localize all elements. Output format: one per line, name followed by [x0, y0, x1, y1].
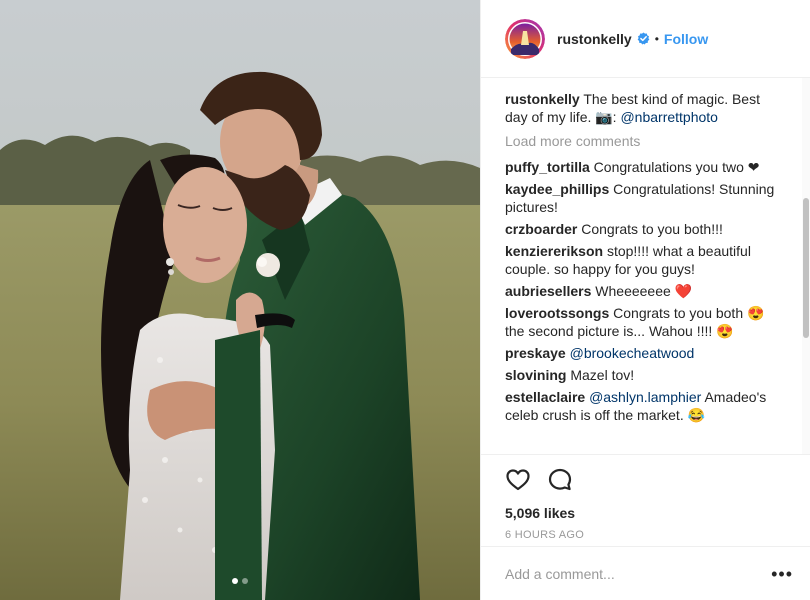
- carousel-dot[interactable]: [242, 578, 248, 584]
- comment-username[interactable]: kaydee_phillips: [505, 181, 609, 197]
- wedding-photo-illustration: [0, 0, 480, 600]
- add-comment-bar: •••: [481, 546, 810, 600]
- comment-row: estellaclaire @ashlyn.lamphier Amadeo's …: [505, 388, 785, 424]
- comment-row: aubriesellers Wheeeeeee ❤️: [505, 282, 785, 300]
- avatar[interactable]: [505, 18, 545, 59]
- scrollbar-thumb[interactable]: [803, 198, 809, 338]
- comment-username[interactable]: preskaye: [505, 345, 566, 361]
- comment-bubble-icon[interactable]: [547, 467, 573, 493]
- more-options-icon[interactable]: •••: [771, 565, 793, 583]
- carousel-indicator: [0, 578, 480, 584]
- comment-row: puffy_tortilla Congratulations you two ❤: [505, 158, 785, 176]
- comment-row: loverootssongs Congrats to you both 😍 th…: [505, 304, 785, 340]
- post-actions: 5,096 likes 6 HOURS AGO: [481, 454, 810, 546]
- comment-text: Congrats to you both!!!: [581, 221, 723, 237]
- post-side-panel: rustonkelly • Follow rustonkelly The bes…: [480, 0, 810, 600]
- comment-text: Mazel tov!: [570, 367, 635, 383]
- comment-username[interactable]: puffy_tortilla: [505, 159, 590, 175]
- like-count[interactable]: 5,096 likes: [505, 505, 787, 521]
- comment-username[interactable]: crzboarder: [505, 221, 577, 237]
- post-caption: rustonkelly The best kind of magic. Best…: [505, 90, 785, 126]
- instagram-post: rustonkelly • Follow rustonkelly The bes…: [0, 0, 810, 600]
- comment-text: Congratulations you two ❤: [593, 159, 760, 175]
- comment-username[interactable]: aubriesellers: [505, 283, 591, 299]
- comments-list[interactable]: rustonkelly The best kind of magic. Best…: [481, 78, 803, 454]
- comment-username[interactable]: kenziererikson: [505, 243, 603, 259]
- comment-username[interactable]: loverootssongs: [505, 305, 609, 321]
- post-header: rustonkelly • Follow: [481, 0, 810, 78]
- comments-scrollbar[interactable]: [802, 78, 810, 454]
- carousel-dot-active: [232, 578, 238, 584]
- caption-username[interactable]: rustonkelly: [505, 91, 580, 107]
- verified-badge-icon: [637, 32, 650, 45]
- add-comment-input[interactable]: [505, 565, 772, 582]
- comment-username[interactable]: slovining: [505, 367, 566, 383]
- comment-row: kaydee_phillips Congratulations! Stunnin…: [505, 180, 785, 216]
- post-username[interactable]: rustonkelly: [557, 31, 632, 47]
- comment-text: Wheeeeeee ❤️: [595, 283, 693, 299]
- comment-row: preskaye @brookecheatwood: [505, 344, 785, 362]
- follow-button[interactable]: Follow: [664, 31, 708, 47]
- comment-username[interactable]: estellaclaire: [505, 389, 585, 405]
- comment-rows: puffy_tortilla Congratulations you two ❤…: [505, 158, 785, 424]
- post-photo[interactable]: [0, 0, 480, 600]
- caption-mention-link[interactable]: @nbarrettphoto: [620, 109, 718, 125]
- post-timestamp[interactable]: 6 HOURS AGO: [505, 529, 787, 541]
- action-icons: [505, 463, 787, 497]
- load-more-comments-button[interactable]: Load more comments: [505, 132, 785, 150]
- comment-row: kenziererikson stop!!!! what a beautiful…: [505, 242, 785, 278]
- heart-icon[interactable]: [505, 467, 531, 493]
- comment-row: slovining Mazel tov!: [505, 366, 785, 384]
- avatar-image: [505, 18, 545, 59]
- comment-mention-link[interactable]: @ashlyn.lamphier: [589, 389, 701, 405]
- comment-mention-link[interactable]: @brookecheatwood: [570, 345, 695, 361]
- comment-row: crzboarder Congrats to you both!!!: [505, 220, 785, 238]
- header-separator: •: [654, 31, 659, 46]
